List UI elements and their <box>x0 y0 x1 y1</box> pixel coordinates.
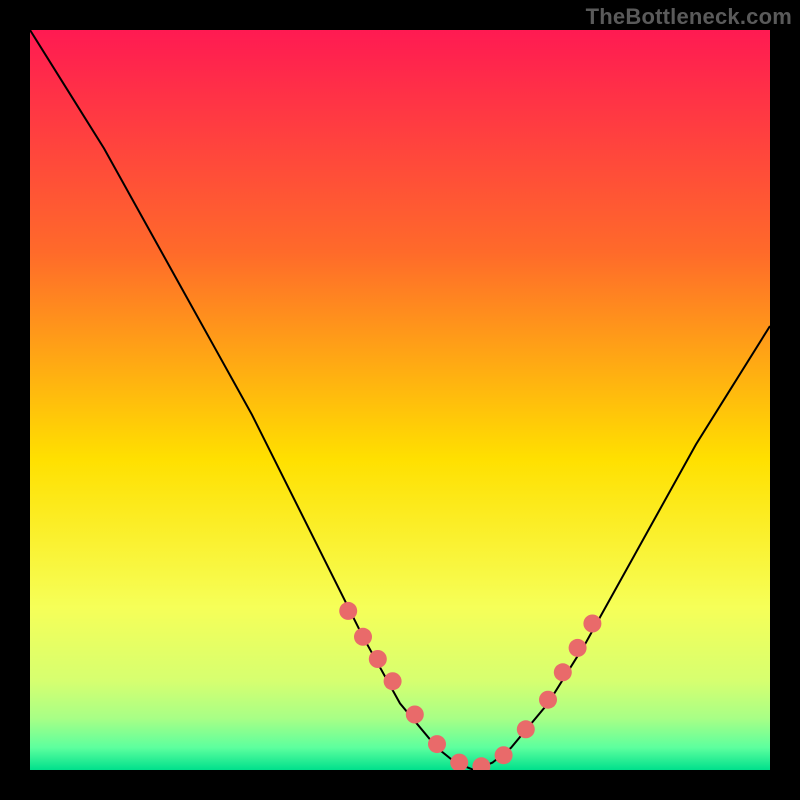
highlight-dot <box>554 663 572 681</box>
highlight-dot <box>539 691 557 709</box>
highlight-dot <box>369 650 387 668</box>
highlight-dot <box>354 628 372 646</box>
highlight-dot <box>428 735 446 753</box>
highlight-dot <box>339 602 357 620</box>
highlight-dot <box>495 746 513 764</box>
watermark-text: TheBottleneck.com <box>586 4 792 30</box>
chart-frame <box>30 30 770 770</box>
highlight-dot <box>384 672 402 690</box>
highlight-dot <box>406 706 424 724</box>
highlight-dot <box>517 720 535 738</box>
bottleneck-chart <box>30 30 770 770</box>
highlight-dot <box>583 615 601 633</box>
gradient-background <box>30 30 770 770</box>
highlight-dot <box>569 639 587 657</box>
